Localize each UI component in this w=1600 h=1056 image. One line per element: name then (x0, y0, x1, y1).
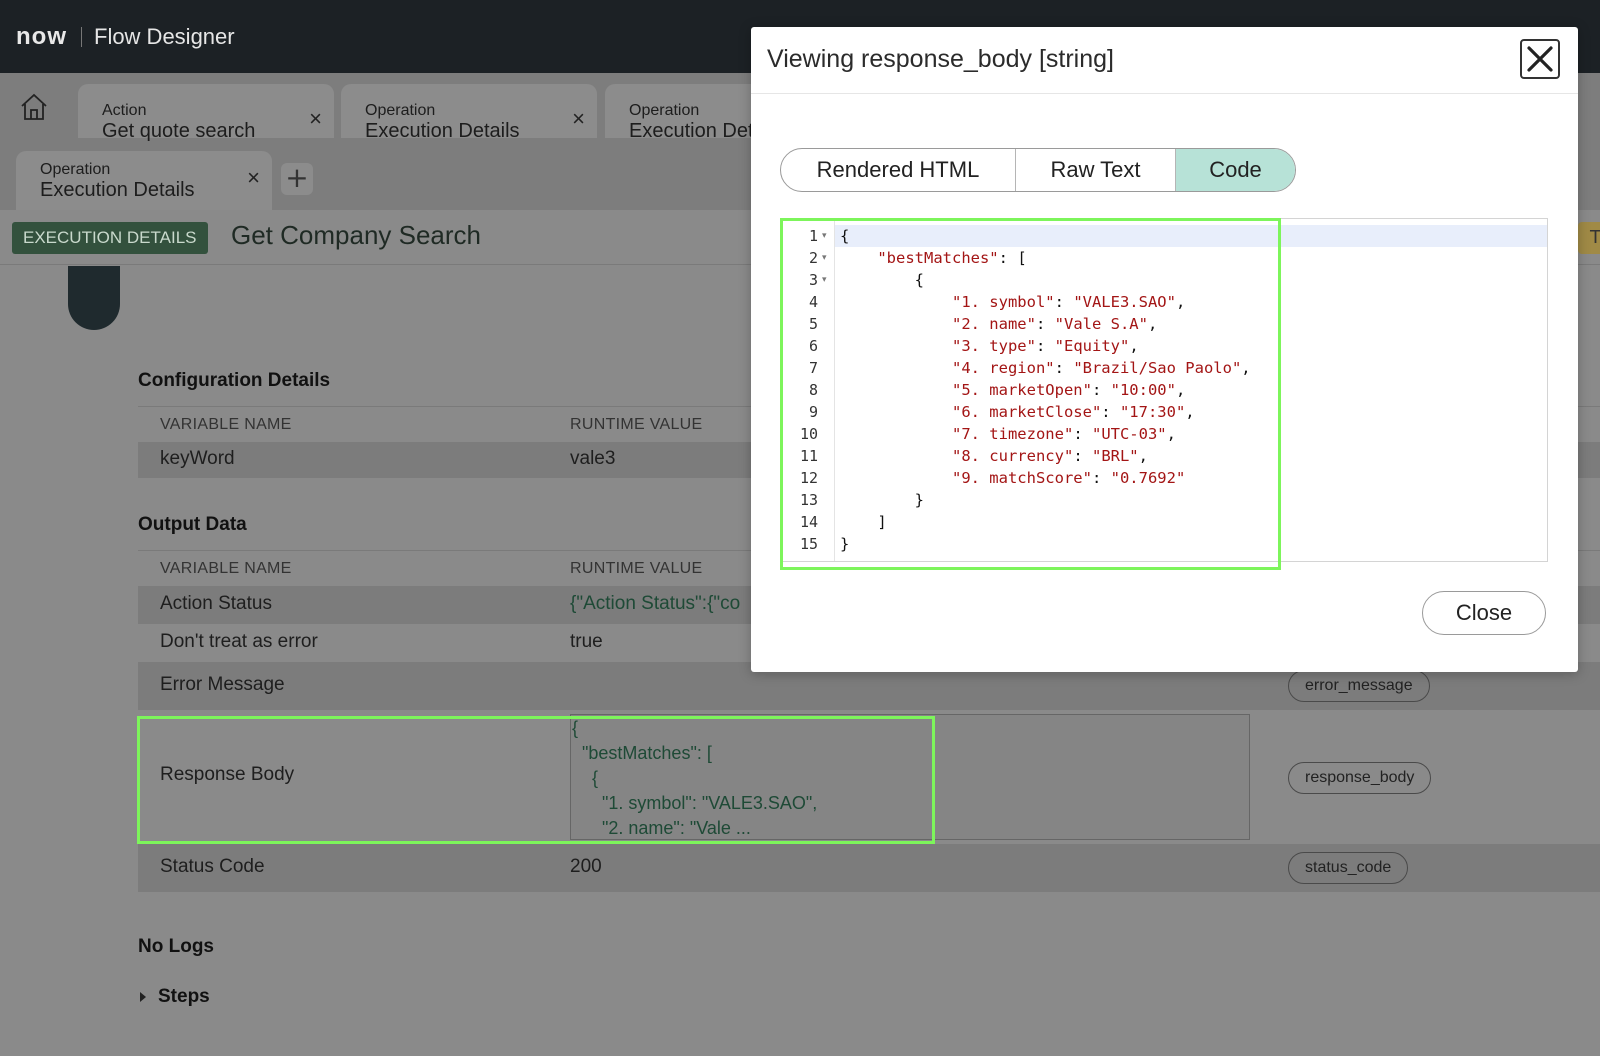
status-tag: T (1578, 222, 1600, 254)
modal-header: Viewing response_body [string] (751, 27, 1578, 94)
variable-name: Action Status (160, 593, 272, 614)
tab-type-label: Action (102, 102, 147, 119)
tab-name-label: Execution Details (40, 179, 195, 201)
close-tab-icon[interactable]: × (309, 108, 322, 130)
segment-raw-text[interactable]: Raw Text (1015, 149, 1175, 191)
data-pill-status-code[interactable]: status_code (1288, 852, 1409, 884)
close-tab-icon[interactable]: × (247, 167, 260, 189)
execution-details-badge: EXECUTION DETAILS (12, 222, 208, 254)
tab-execution-details-1[interactable]: Operation Execution Details × (341, 84, 597, 142)
segment-rendered-html[interactable]: Rendered HTML (781, 149, 1015, 191)
app-title: Flow Designer (94, 23, 235, 49)
data-pill-response-body[interactable]: response_body (1288, 762, 1432, 794)
view-mode-toggle: Rendered HTML Raw Text Code (780, 148, 1296, 192)
home-icon[interactable] (18, 91, 50, 123)
runtime-value: true (570, 631, 603, 652)
column-header-runtime-value: RUNTIME VALUE (570, 560, 703, 577)
close-button[interactable]: Close (1422, 591, 1546, 635)
tab-name-label: Execution Details (365, 120, 520, 142)
variable-name: Error Message (160, 674, 285, 695)
column-header-variable-name: VARIABLE NAME (160, 560, 292, 577)
servicenow-logo[interactable]: now (16, 23, 67, 51)
variable-name: keyWord (160, 448, 235, 469)
tab-name-label: Get quote search (102, 120, 256, 142)
configuration-details-title: Configuration Details (138, 370, 331, 391)
logo-divider (81, 26, 82, 47)
close-icon[interactable] (1520, 39, 1560, 79)
tab-execution-details-active[interactable]: Operation Execution Details × (16, 151, 272, 210)
close-tab-icon[interactable]: × (572, 108, 585, 130)
response-body-highlight (137, 716, 935, 844)
variable-name: Status Code (160, 856, 265, 877)
steps-toggle[interactable]: Steps (140, 986, 210, 1008)
column-header-runtime-value: RUNTIME VALUE (570, 416, 703, 433)
modal-title: Viewing response_body [string] (767, 45, 1114, 73)
add-tab-button[interactable]: + (281, 163, 313, 195)
tab-type-label: Operation (629, 102, 700, 119)
no-logs-title: No Logs (138, 936, 214, 957)
tab-get-quote-search[interactable]: Action Get quote search × (78, 84, 334, 142)
tab-name-label: Execution Det (629, 120, 754, 138)
tab-execution-details-2[interactable]: Operation Execution Det (605, 84, 765, 138)
data-pill-error-message[interactable]: error_message (1288, 670, 1430, 702)
segment-code[interactable]: Code (1175, 149, 1295, 191)
page-title: Get Company Search (231, 220, 482, 250)
tab-type-label: Operation (365, 102, 436, 119)
step-avatar-icon (68, 266, 120, 330)
runtime-value[interactable]: {"Action Status":{"co (570, 593, 740, 615)
runtime-value: vale3 (570, 448, 616, 469)
variable-name: Don't treat as error (160, 631, 318, 652)
table-row: Status Code 200 status_code (138, 844, 1600, 892)
steps-label: Steps (158, 986, 210, 1007)
tab-type-label: Operation (40, 161, 111, 178)
code-highlight (780, 218, 1281, 570)
column-header-variable-name: VARIABLE NAME (160, 416, 292, 433)
output-data-title: Output Data (138, 514, 247, 535)
caret-right-icon (140, 992, 146, 1002)
runtime-value: 200 (570, 856, 602, 877)
